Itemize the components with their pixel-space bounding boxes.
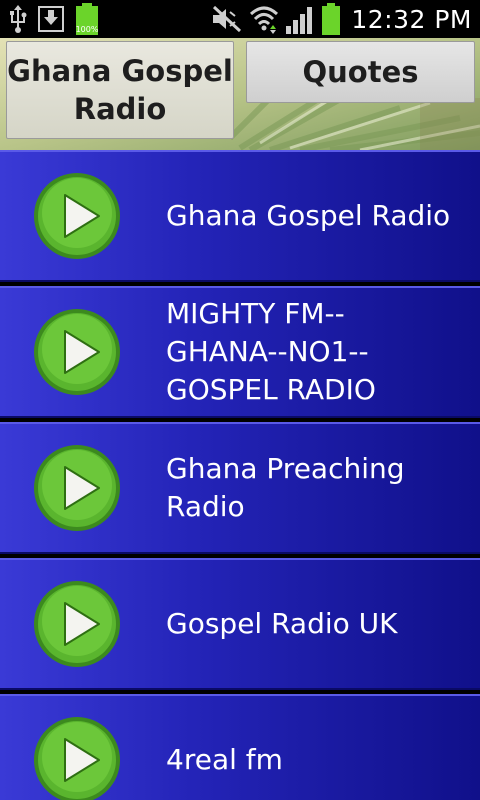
- station-item[interactable]: Gospel Radio UK: [0, 558, 480, 690]
- play-icon[interactable]: [32, 307, 122, 397]
- station-name: 4real fm: [166, 743, 283, 776]
- station-item[interactable]: 4real fm: [0, 694, 480, 800]
- usb-icon: [10, 5, 27, 33]
- status-bar: 100% 12:32 PM: [0, 0, 480, 38]
- battery-percent-label: 100%: [76, 25, 99, 34]
- play-icon[interactable]: [32, 715, 122, 800]
- status-left-icons: 100%: [8, 3, 100, 35]
- signal-icon: [286, 7, 313, 34]
- battery-icon: [322, 3, 341, 35]
- station-list: Ghana Gospel Radio MIGHTY FM-- GHANA--NO…: [0, 150, 480, 800]
- status-time: 12:32 PM: [351, 4, 472, 34]
- station-name: Ghana Gospel Radio: [166, 199, 451, 232]
- station-item[interactable]: Ghana Preaching Radio: [0, 422, 480, 554]
- wifi-icon: [250, 6, 279, 34]
- battery-full-icon: 100%: [76, 3, 99, 35]
- play-icon[interactable]: [32, 171, 122, 261]
- station-item[interactable]: MIGHTY FM-- GHANA--NO1-- GOSPEL RADIO: [0, 286, 480, 418]
- status-right-icons: 12:32 PM: [211, 0, 472, 38]
- quotes-button[interactable]: Quotes: [246, 41, 475, 103]
- play-icon[interactable]: [32, 579, 122, 669]
- app-screen: 100% 12:32 PM Ghana Gospel Radio Quotes …: [0, 0, 480, 800]
- download-icon: [38, 6, 64, 32]
- header-bar: Ghana Gospel Radio Quotes: [0, 38, 480, 150]
- mute-icon: [213, 5, 242, 33]
- app-title-button[interactable]: Ghana Gospel Radio: [6, 41, 234, 139]
- station-name: MIGHTY FM-- GHANA--NO1-- GOSPEL RADIO: [166, 297, 376, 406]
- station-name: Gospel Radio UK: [166, 607, 398, 640]
- play-icon[interactable]: [32, 443, 122, 533]
- station-item[interactable]: Ghana Gospel Radio: [0, 150, 480, 282]
- station-name: Ghana Preaching Radio: [166, 452, 405, 523]
